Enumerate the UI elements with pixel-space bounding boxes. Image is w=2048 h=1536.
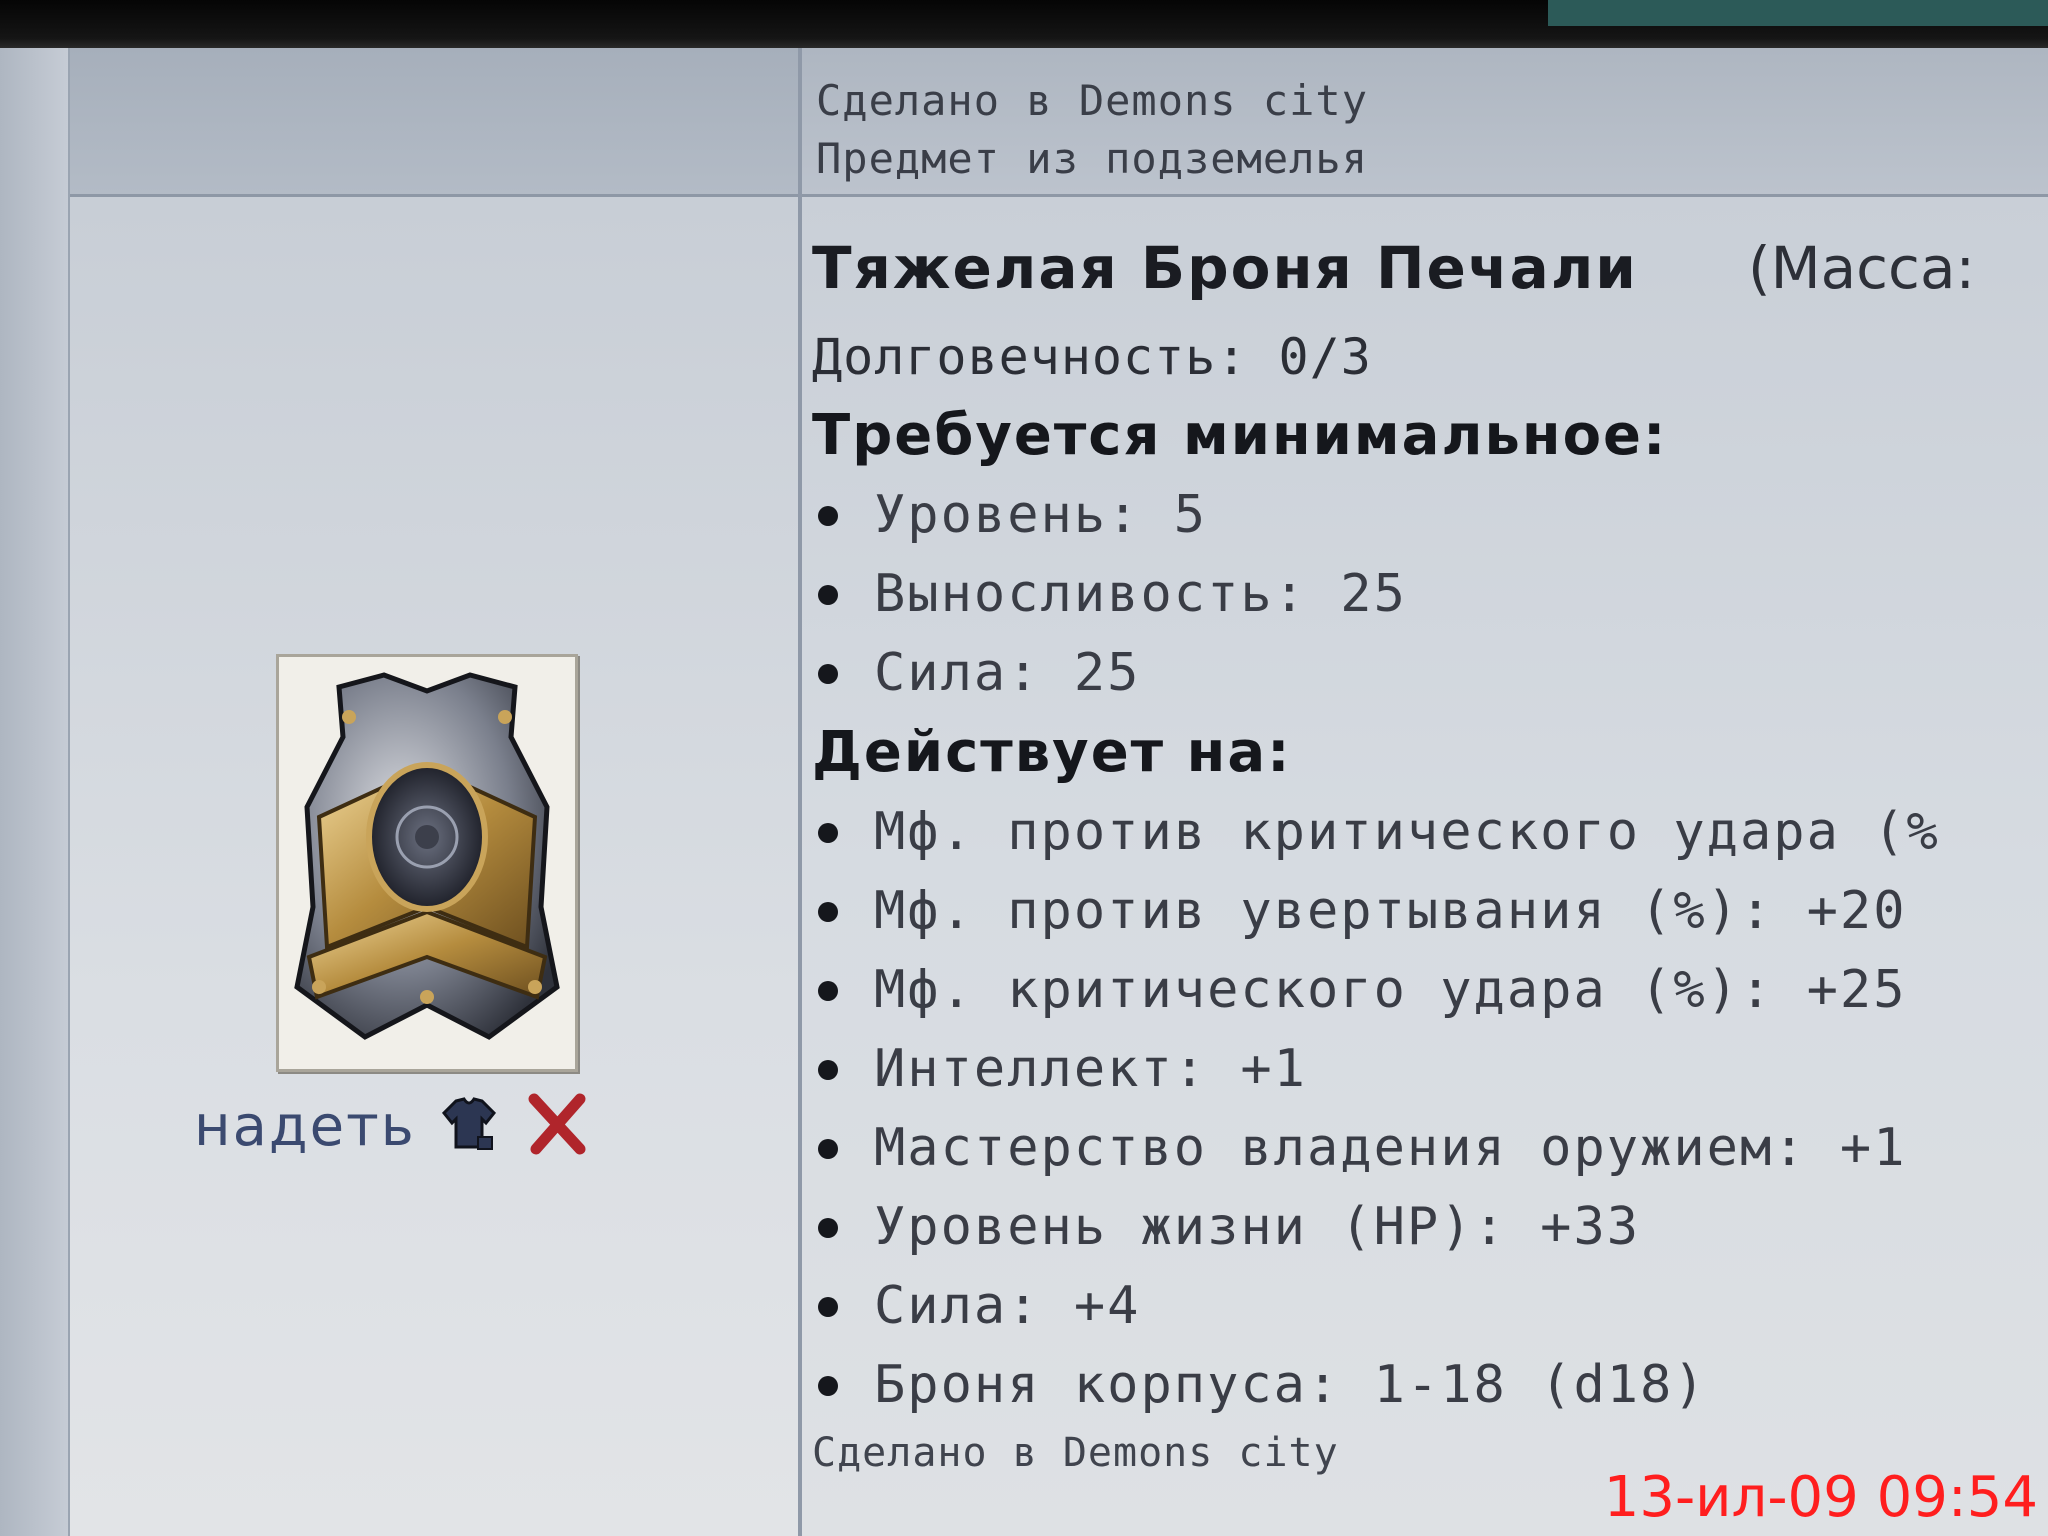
effects-heading: Действует на: <box>812 720 1292 785</box>
close-icon[interactable] <box>522 1089 592 1163</box>
item-durability: Долговечность: 0/3 <box>812 328 1372 386</box>
effect-item: Сила: +4 <box>812 1267 2048 1346</box>
bezel-tab <box>1548 0 2048 26</box>
put-on-link[interactable]: надеть <box>194 1094 416 1159</box>
screen: Сделано в Demons city Предмет из подземе… <box>0 0 2048 1536</box>
bullet <box>818 1375 838 1396</box>
bullet <box>818 1138 838 1159</box>
bullet <box>818 584 838 605</box>
requirement-item: Сила: 25 <box>812 634 2048 713</box>
effect-text: Сила: +4 <box>874 1276 1141 1336</box>
item-actions: надеть <box>194 1086 592 1166</box>
effect-text: Интеллект: +1 <box>874 1039 1307 1099</box>
item-mass: (Масса: <box>1747 234 1976 302</box>
title-row: Тяжелая Броня Печали (Масса: <box>812 234 2048 318</box>
header-left-cell <box>70 48 798 197</box>
effect-item: Мф. критического удара (%): +25 <box>812 951 2048 1030</box>
shirt-icon[interactable] <box>438 1093 500 1159</box>
armor-breastplate-icon <box>294 672 560 1040</box>
bullet <box>818 663 838 684</box>
effect-item: Броня корпуса: 1-18 (d18) <box>812 1346 2048 1425</box>
bullet <box>818 822 838 843</box>
requirement-text: Уровень: 5 <box>874 485 1208 545</box>
effect-text: Броня корпуса: 1-18 (d18) <box>874 1355 1707 1415</box>
item-image-frame[interactable] <box>276 654 578 1072</box>
effect-text: Мф. против критического удара (% <box>874 802 1940 862</box>
effect-item: Мастерство владения оружием: +1 <box>812 1109 2048 1188</box>
bullet <box>818 1296 838 1317</box>
camera-timestamp: 13-ил-09 09:54 <box>1603 1465 2038 1530</box>
bullet <box>818 1059 838 1080</box>
requirement-item: Уровень: 5 <box>812 476 2048 555</box>
item-title: Тяжелая Броня Печали <box>812 234 1638 302</box>
effect-item: Мф. против критического удара (% <box>812 793 2048 872</box>
bullet <box>818 980 838 1001</box>
left-strip <box>0 48 70 1536</box>
column-divider <box>798 48 802 1536</box>
effect-text: Мастерство владения оружием: +1 <box>874 1118 1907 1178</box>
effect-text: Мф. критического удара (%): +25 <box>874 960 1907 1020</box>
effect-text: Уровень жизни (HP): +33 <box>874 1197 1641 1257</box>
header-line-origin: Сделано в Demons city <box>816 76 1369 125</box>
effect-item: Мф. против увертывания (%): +20 <box>812 872 2048 951</box>
requirements-heading: Требуется минимальное: <box>812 403 1668 468</box>
bullet <box>818 901 838 922</box>
requirement-text: Сила: 25 <box>874 643 1141 703</box>
bullet <box>818 505 838 526</box>
requirement-text: Выносливость: 25 <box>874 564 1407 624</box>
effect-text: Мф. против увертывания (%): +20 <box>874 881 1907 941</box>
header-text: Сделано в Demons city Предмет из подземе… <box>816 72 1368 188</box>
effect-item: Уровень жизни (HP): +33 <box>812 1188 2048 1267</box>
monitor-bezel <box>0 0 2048 48</box>
header-line-source: Предмет из подземелья <box>816 134 1369 183</box>
effect-item: Интеллект: +1 <box>812 1030 2048 1109</box>
requirement-item: Выносливость: 25 <box>812 555 2048 634</box>
bullet <box>818 1217 838 1238</box>
item-details: Тяжелая Броня Печали (Масса: Долговечнос… <box>812 234 2048 1481</box>
